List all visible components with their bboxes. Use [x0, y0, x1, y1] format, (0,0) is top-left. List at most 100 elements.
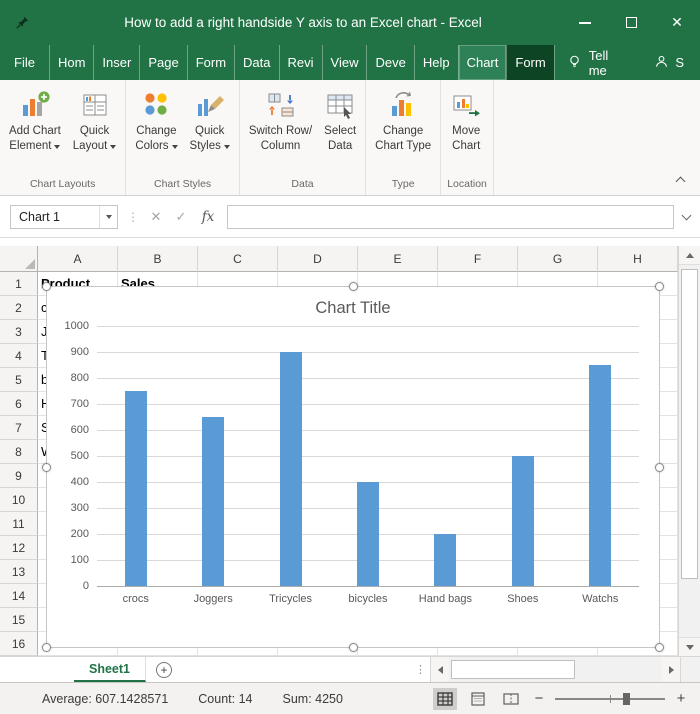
row-header-1[interactable]: 1 — [0, 272, 38, 296]
row-header-12[interactable]: 12 — [0, 536, 38, 560]
add-chart-element-button[interactable]: Add Chart Element — [3, 85, 67, 176]
zoom-slider[interactable] — [555, 692, 665, 706]
close-button[interactable]: ✕ — [654, 0, 700, 45]
row-header-14[interactable]: 14 — [0, 584, 38, 608]
row-header-4[interactable]: 4 — [0, 344, 38, 368]
quick-layout-button[interactable]: Quick Layout — [67, 85, 123, 176]
tab-home[interactable]: Hom — [49, 45, 93, 80]
quick-styles-button[interactable]: Quick Styles — [184, 85, 236, 176]
change-colors-button[interactable]: Change Colors — [129, 85, 183, 176]
switch-row-column-button[interactable]: Switch Row/ Column — [243, 85, 318, 176]
column-header-B[interactable]: B — [118, 246, 198, 272]
row-header-6[interactable]: 6 — [0, 392, 38, 416]
tab-help[interactable]: Help — [414, 45, 458, 80]
enter-button[interactable]: ✓ — [173, 209, 189, 225]
insert-function-button[interactable]: fx — [198, 209, 218, 225]
normal-view-button[interactable] — [433, 688, 457, 710]
row-header-8[interactable]: 8 — [0, 440, 38, 464]
tell-me-button[interactable]: Tell me — [554, 45, 639, 80]
new-sheet-button[interactable]: + — [146, 657, 182, 682]
zoom-out-button[interactable]: − — [532, 690, 546, 707]
page-break-view-button[interactable] — [499, 688, 523, 710]
row-header-16[interactable]: 16 — [0, 632, 38, 656]
chart-bar[interactable] — [280, 352, 302, 586]
maximize-button[interactable] — [608, 0, 654, 45]
tab-view[interactable]: View — [322, 45, 367, 80]
selection-handle[interactable] — [655, 643, 664, 652]
bar-series — [97, 326, 639, 586]
tab-format[interactable]: Form — [506, 45, 553, 80]
change-chart-type-button[interactable]: Change Chart Type — [369, 85, 437, 176]
selection-handle[interactable] — [349, 282, 358, 291]
horizontal-scrollbar[interactable] — [430, 657, 680, 682]
row-header-13[interactable]: 13 — [0, 560, 38, 584]
selection-handle[interactable] — [42, 282, 51, 291]
vertical-scrollbar[interactable] — [678, 246, 700, 656]
scroll-up-button[interactable] — [679, 246, 700, 265]
bar-slot — [484, 326, 561, 586]
formula-input[interactable] — [227, 205, 674, 229]
selection-handle[interactable] — [655, 282, 664, 291]
vertical-scroll-track[interactable] — [679, 265, 700, 637]
scroll-left-button[interactable] — [431, 657, 449, 682]
chart-bar[interactable] — [512, 456, 534, 586]
chart-bar[interactable] — [357, 482, 379, 586]
name-box[interactable]: Chart 1 — [10, 205, 118, 229]
sheet-tab-sheet1[interactable]: Sheet1 — [74, 657, 146, 682]
row-header-7[interactable]: 7 — [0, 416, 38, 440]
chart[interactable]: Chart Title 1000900800700600500400300200… — [46, 286, 660, 648]
page-layout-view-button[interactable] — [466, 688, 490, 710]
chart-title[interactable]: Chart Title — [47, 287, 659, 320]
row-header-15[interactable]: 15 — [0, 608, 38, 632]
chart-bar[interactable] — [202, 417, 224, 586]
column-header-F[interactable]: F — [438, 246, 518, 272]
tab-developer[interactable]: Deve — [366, 45, 413, 80]
row-header-2[interactable]: 2 — [0, 296, 38, 320]
tab-file[interactable]: File — [0, 45, 49, 80]
collapse-ribbon-icon[interactable] — [676, 177, 686, 187]
minimize-button[interactable] — [562, 0, 608, 45]
row-header-11[interactable]: 11 — [0, 512, 38, 536]
drag-handle-icon[interactable]: ⋮ — [127, 210, 139, 224]
chart-bar[interactable] — [125, 391, 147, 586]
share-button[interactable]: S — [638, 45, 700, 80]
vertical-scroll-thumb[interactable] — [681, 269, 698, 579]
bar-slot — [174, 326, 251, 586]
tab-page-layout[interactable]: Page — [139, 45, 186, 80]
tab-insert[interactable]: Inser — [93, 45, 139, 80]
selection-handle[interactable] — [349, 643, 358, 652]
selection-handle[interactable] — [42, 643, 51, 652]
tab-splitter-icon[interactable]: ⋮ — [411, 657, 430, 682]
scroll-right-button[interactable] — [662, 657, 680, 682]
selection-handle[interactable] — [42, 463, 51, 472]
chart-bar[interactable] — [589, 365, 611, 586]
move-chart-button[interactable]: Move Chart — [444, 85, 488, 176]
row-header-5[interactable]: 5 — [0, 368, 38, 392]
row-header-9[interactable]: 9 — [0, 464, 38, 488]
column-header-E[interactable]: E — [358, 246, 438, 272]
column-header-D[interactable]: D — [278, 246, 358, 272]
tab-formulas[interactable]: Form — [187, 45, 234, 80]
zoom-slider-thumb[interactable] — [623, 693, 630, 705]
select-data-button[interactable]: Select Data — [318, 85, 362, 176]
horizontal-scroll-track[interactable] — [449, 660, 662, 679]
selection-handle[interactable] — [655, 463, 664, 472]
tab-data[interactable]: Data — [234, 45, 278, 80]
expand-formula-bar-icon[interactable] — [682, 210, 692, 220]
select-all-button[interactable] — [0, 246, 38, 272]
horizontal-scroll-thumb[interactable] — [451, 660, 575, 679]
tab-chart-design[interactable]: Chart — [458, 45, 507, 80]
zoom-in-button[interactable]: + — [674, 690, 688, 707]
tab-review[interactable]: Revi — [279, 45, 322, 80]
cancel-button[interactable]: ✕ — [148, 209, 164, 225]
scroll-down-button[interactable] — [679, 637, 700, 656]
column-header-A[interactable]: A — [38, 246, 118, 272]
column-header-G[interactable]: G — [518, 246, 598, 272]
column-header-C[interactable]: C — [198, 246, 278, 272]
share-label: S — [675, 55, 684, 70]
column-header-H[interactable]: H — [598, 246, 678, 272]
row-header-10[interactable]: 10 — [0, 488, 38, 512]
chart-bar[interactable] — [434, 534, 456, 586]
row-header-3[interactable]: 3 — [0, 320, 38, 344]
name-box-dropdown-icon[interactable] — [100, 206, 117, 228]
